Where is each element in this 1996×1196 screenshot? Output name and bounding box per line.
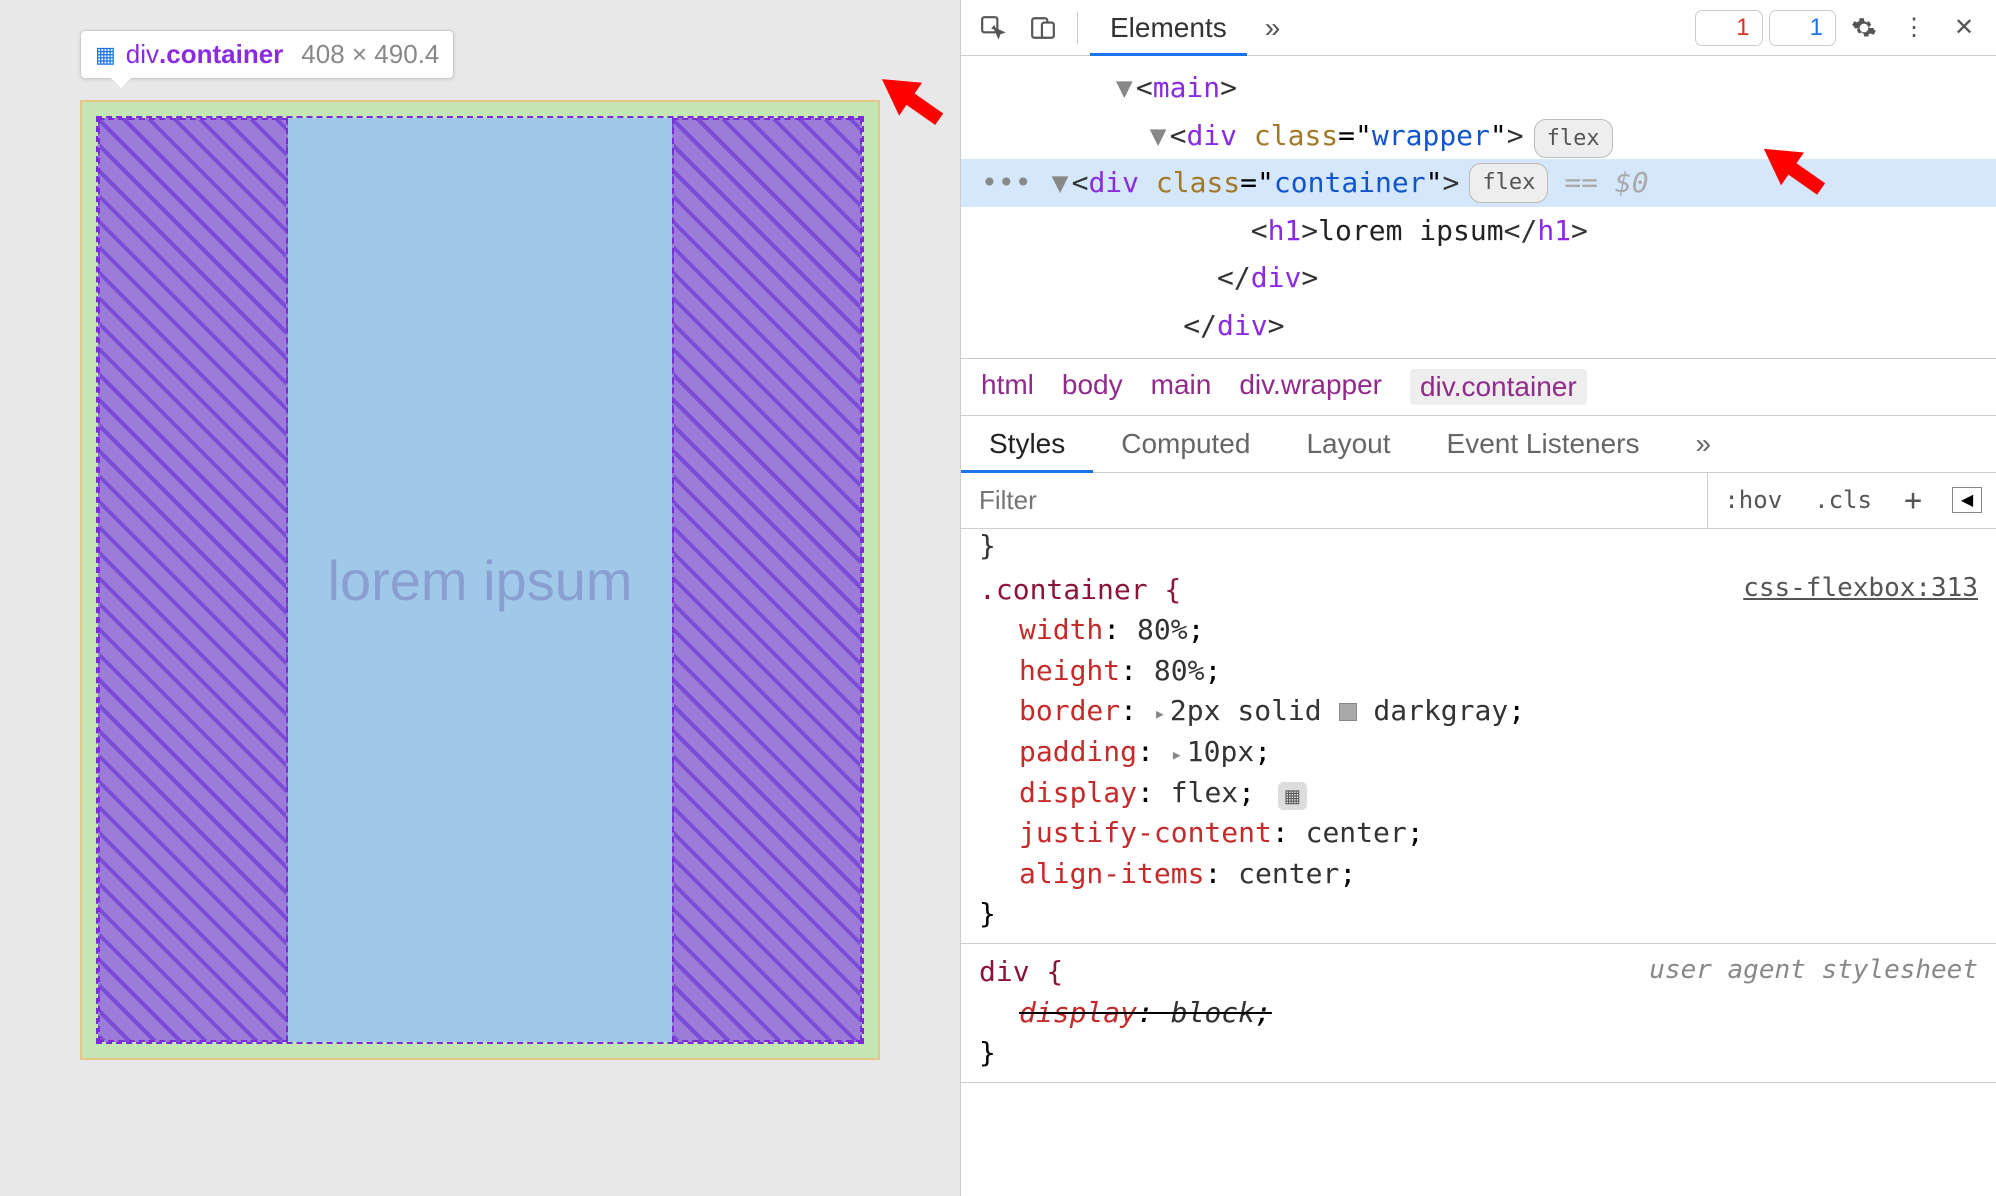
- prop-display-ua[interactable]: display: [1019, 996, 1137, 1029]
- inspected-inner: lorem ipsum: [96, 116, 864, 1044]
- flex-editor-icon[interactable]: ▦: [1278, 782, 1307, 810]
- info-count: 1: [1810, 14, 1823, 42]
- close-icon[interactable]: ✕: [1942, 6, 1986, 50]
- val-justify-content[interactable]: center: [1306, 816, 1407, 849]
- page-preview: ▦ div.container 408 × 490.4 lorem ipsum: [0, 0, 960, 1196]
- rule-source-ua: user agent stylesheet: [1649, 952, 1978, 990]
- inspect-element-icon[interactable]: [971, 6, 1015, 50]
- subtab-computed[interactable]: Computed: [1093, 416, 1278, 472]
- prop-justify-content[interactable]: justify-content: [1019, 816, 1272, 849]
- flex-free-space-left: [98, 118, 288, 1042]
- dom-node-wrapper[interactable]: ▼<div class="wrapper">flex: [961, 112, 1996, 160]
- crumb-container[interactable]: div.container: [1410, 369, 1587, 405]
- prop-padding[interactable]: padding: [1019, 735, 1137, 768]
- styles-subtabs: Styles Computed Layout Event Listeners »: [961, 416, 1996, 473]
- error-badge[interactable]: ✕ 1: [1695, 10, 1762, 46]
- val-border[interactable]: 2px solid: [1170, 694, 1339, 727]
- cls-toggle[interactable]: .cls: [1798, 473, 1888, 528]
- crumb-main[interactable]: main: [1151, 369, 1212, 405]
- devtools-toolbar: Elements » ✕ 1 ▤ 1 ⋮ ✕: [961, 0, 1996, 56]
- preview-heading: lorem ipsum: [328, 548, 633, 613]
- dom-node-container[interactable]: ••• ▼<div class="container">flex== $0: [961, 159, 1996, 207]
- rule-div-ua[interactable]: user agent stylesheet div { display: blo…: [961, 944, 1996, 1083]
- flex-badge[interactable]: flex: [1469, 163, 1548, 202]
- dom-tree[interactable]: ▼<main> ▼<div class="wrapper">flex ••• ▼…: [961, 56, 1996, 358]
- dom-node-main[interactable]: ▼<main>: [961, 64, 1996, 112]
- flex-badge[interactable]: flex: [1534, 119, 1613, 158]
- val-border-color[interactable]: darkgray: [1373, 694, 1508, 727]
- val-display[interactable]: flex: [1171, 776, 1238, 809]
- kebab-menu-icon[interactable]: ⋮: [1892, 6, 1936, 50]
- val-align-items[interactable]: center: [1238, 857, 1339, 890]
- styles-rules: css-flexbox:313 .container { width: 80%;…: [961, 562, 1996, 1196]
- color-swatch-icon[interactable]: [1339, 703, 1357, 721]
- divider: [1077, 12, 1078, 44]
- device-toggle-icon[interactable]: [1021, 6, 1065, 50]
- rule-source-link[interactable]: css-flexbox:313: [1743, 570, 1978, 608]
- prop-border[interactable]: border: [1019, 694, 1120, 727]
- styles-filter-row: :hov .cls + ◀: [961, 473, 1996, 529]
- prop-width[interactable]: width: [1019, 613, 1103, 646]
- crumb-wrapper[interactable]: div.wrapper: [1239, 369, 1382, 405]
- rule-selector[interactable]: div {: [979, 955, 1063, 988]
- dom-close-div[interactable]: </div>: [961, 302, 1996, 350]
- tabs-overflow-icon[interactable]: »: [1253, 12, 1293, 44]
- tooltip-dimensions: 408 × 490.4: [301, 39, 439, 70]
- dom-close-div[interactable]: </div>: [961, 254, 1996, 302]
- prev-rule-close: }: [961, 529, 1996, 562]
- inspected-element-box[interactable]: lorem ipsum: [80, 100, 880, 1060]
- hov-toggle[interactable]: :hov: [1708, 473, 1798, 528]
- crumb-body[interactable]: body: [1062, 369, 1123, 405]
- devtools-panel: Elements » ✕ 1 ▤ 1 ⋮ ✕ ▼<main> ▼<div cla…: [960, 0, 1996, 1196]
- breadcrumb: html body main div.wrapper div.container: [961, 358, 1996, 416]
- new-rule-icon[interactable]: +: [1888, 473, 1938, 528]
- prop-align-items[interactable]: align-items: [1019, 857, 1204, 890]
- subtab-events[interactable]: Event Listeners: [1419, 416, 1668, 472]
- flex-free-space-right: [672, 118, 862, 1042]
- dom-node-h1[interactable]: <h1>lorem ipsum</h1>: [961, 207, 1996, 255]
- val-height[interactable]: 80%: [1154, 654, 1205, 687]
- subtab-layout[interactable]: Layout: [1278, 416, 1418, 472]
- info-badge[interactable]: ▤ 1: [1769, 10, 1836, 46]
- console-reference: == $0: [1564, 159, 1648, 207]
- rule-container[interactable]: css-flexbox:313 .container { width: 80%;…: [961, 562, 1996, 944]
- styles-filter-input[interactable]: [961, 473, 1708, 528]
- ellipsis-icon[interactable]: •••: [981, 159, 1032, 207]
- subtab-styles[interactable]: Styles: [961, 416, 1093, 472]
- inspect-tooltip: ▦ div.container 408 × 490.4: [80, 30, 454, 79]
- computed-toggle-icon[interactable]: ◀: [1952, 487, 1982, 513]
- val-display-ua[interactable]: block: [1171, 996, 1255, 1029]
- rule-close: }: [979, 1036, 996, 1069]
- prop-height[interactable]: height: [1019, 654, 1120, 687]
- val-padding[interactable]: 10px: [1187, 735, 1254, 768]
- error-count: 1: [1736, 14, 1749, 42]
- settings-icon[interactable]: [1842, 6, 1886, 50]
- tab-elements[interactable]: Elements: [1090, 0, 1247, 55]
- info-icon: ▤: [1782, 17, 1804, 39]
- flex-icon: ▦: [95, 42, 116, 68]
- subtabs-overflow-icon[interactable]: »: [1668, 416, 1740, 472]
- tooltip-tag: div.container: [126, 39, 284, 70]
- val-width[interactable]: 80%: [1137, 613, 1188, 646]
- error-icon: ✕: [1708, 17, 1730, 39]
- prop-display[interactable]: display: [1019, 776, 1137, 809]
- crumb-html[interactable]: html: [981, 369, 1034, 405]
- rule-selector[interactable]: .container {: [979, 573, 1181, 606]
- flex-item: lorem ipsum: [288, 118, 672, 1042]
- rule-close: }: [979, 897, 996, 930]
